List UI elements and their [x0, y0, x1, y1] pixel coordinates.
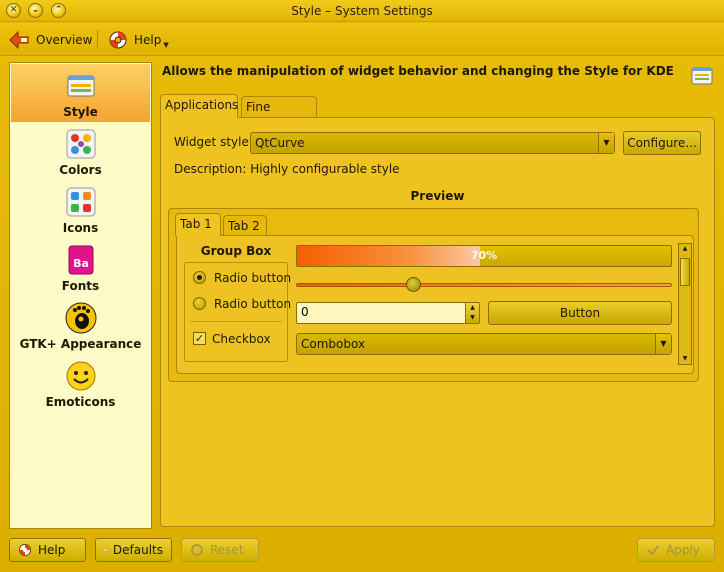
- overview-button[interactable]: Overview: [8, 29, 93, 51]
- preview-tab-2[interactable]: Tab 2: [223, 215, 267, 237]
- tab-label: Tab 1: [180, 217, 212, 231]
- style-description: Description: Highly configurable style: [174, 162, 400, 176]
- progress-text: 70%: [470, 249, 498, 262]
- radio-button-1[interactable]: [193, 271, 206, 284]
- checkmark-icon: [647, 545, 659, 556]
- help-menu-button[interactable]: Help ▼: [108, 29, 169, 51]
- back-arrow-icon: [9, 30, 29, 50]
- sidebar-item-label: Icons: [62, 221, 99, 235]
- sidebar-item-label: Colors: [59, 163, 102, 177]
- tab-label: Tab 2: [228, 219, 260, 233]
- title-bar: ✕ ⌄ ⌃ Style – System Settings: [0, 0, 724, 22]
- category-sidebar: Style Colors Icons Ba Fonts GTK+ Appeara…: [9, 62, 152, 529]
- group-divider: [190, 321, 282, 322]
- radio-button-1-label: Radio button: [214, 271, 292, 285]
- spinbox-input[interactable]: [297, 303, 457, 321]
- scroll-up-icon[interactable]: ▲: [679, 244, 691, 254]
- slider-handle[interactable]: [405, 277, 421, 292]
- tab-label: Applications: [165, 98, 239, 112]
- widget-style-label: Widget style:: [174, 135, 253, 149]
- radio-button-2-label: Radio button: [214, 297, 292, 311]
- sidebar-item-label: Fonts: [61, 279, 100, 293]
- icons-icon: [66, 187, 95, 217]
- sidebar-item-gtk-appearance[interactable]: GTK+ Appearance: [11, 296, 150, 354]
- help-button-label: Help: [38, 543, 66, 557]
- sidebar-item-label: Style: [63, 105, 98, 119]
- reset-button-label: Reset: [210, 543, 244, 557]
- style-module-icon: [691, 67, 713, 85]
- preview-button[interactable]: Button: [488, 301, 672, 325]
- help-lifebuoy-icon: [109, 31, 127, 49]
- overview-label: Overview: [36, 33, 93, 47]
- spinbox[interactable]: ▲▼: [296, 302, 480, 324]
- tab-applications[interactable]: Applications: [160, 94, 238, 118]
- reset-icon: [191, 544, 203, 556]
- checkbox-label: Checkbox: [212, 332, 271, 346]
- combobox-value: Combobox: [301, 337, 366, 351]
- slider-track[interactable]: [296, 283, 672, 287]
- defaults-button[interactable]: Defaults: [95, 538, 172, 562]
- chevron-down-icon: ▼: [598, 133, 614, 153]
- sidebar-item-fonts[interactable]: Ba Fonts: [11, 238, 150, 296]
- vertical-scrollbar[interactable]: ▲ ▼: [678, 243, 692, 365]
- toolbar-separator: [97, 30, 98, 48]
- chevron-down-icon: ▼: [655, 334, 671, 354]
- colors-icon: [66, 129, 95, 159]
- progress-bar: 70%: [296, 245, 672, 267]
- style-icon: [67, 75, 94, 97]
- gtk-gnome-foot-icon: [65, 302, 96, 334]
- module-description-header: Allows the manipulation of widget behavi…: [162, 64, 674, 78]
- apply-button-label: Apply: [666, 543, 700, 557]
- fonts-icon: Ba: [68, 245, 93, 275]
- spin-arrows-icon[interactable]: ▲ ▼: [465, 303, 479, 323]
- reset-button[interactable]: Reset: [181, 538, 259, 562]
- widget-style-value: QtCurve: [255, 136, 305, 150]
- chevron-down-icon: ▼: [163, 41, 169, 49]
- preview-combobox[interactable]: Combobox ▼: [296, 333, 672, 355]
- sidebar-item-icons[interactable]: Icons: [11, 180, 150, 238]
- help-lifebuoy-icon: [19, 544, 31, 556]
- window-title: Style – System Settings: [291, 4, 433, 18]
- svg-text:Ba: Ba: [73, 257, 89, 270]
- document-icon: [104, 548, 107, 552]
- preview-title: Preview: [410, 189, 465, 203]
- smiley-icon: [66, 361, 95, 391]
- sidebar-item-label: GTK+ Appearance: [19, 337, 142, 351]
- defaults-button-label: Defaults: [112, 543, 163, 557]
- system-settings-window: ✕ ⌄ ⌃ Style – System Settings Overview H…: [0, 0, 724, 572]
- scrollbar-thumb[interactable]: [680, 258, 690, 286]
- tab-fine-tuning[interactable]: Fine Tuning: [241, 96, 317, 135]
- widget-style-combobox[interactable]: QtCurve ▼: [250, 132, 615, 154]
- apply-button[interactable]: Apply: [637, 538, 715, 562]
- sidebar-item-colors[interactable]: Colors: [11, 122, 150, 180]
- toolbar: Overview Help ▼: [0, 23, 724, 56]
- sidebar-item-emoticons[interactable]: Emoticons: [11, 354, 150, 412]
- checkbox[interactable]: ✓: [193, 332, 206, 345]
- scroll-down-icon[interactable]: ▼: [679, 354, 691, 364]
- group-box-title: Group Box: [200, 244, 272, 258]
- configure-button[interactable]: Configure...: [623, 131, 701, 155]
- sidebar-item-label: Emoticons: [45, 395, 116, 409]
- sidebar-item-style[interactable]: Style: [11, 64, 150, 122]
- help-button[interactable]: Help: [9, 538, 86, 562]
- radio-button-2[interactable]: [193, 297, 206, 310]
- help-menu-label: Help: [134, 33, 162, 47]
- preview-tab-1[interactable]: Tab 1: [175, 213, 221, 236]
